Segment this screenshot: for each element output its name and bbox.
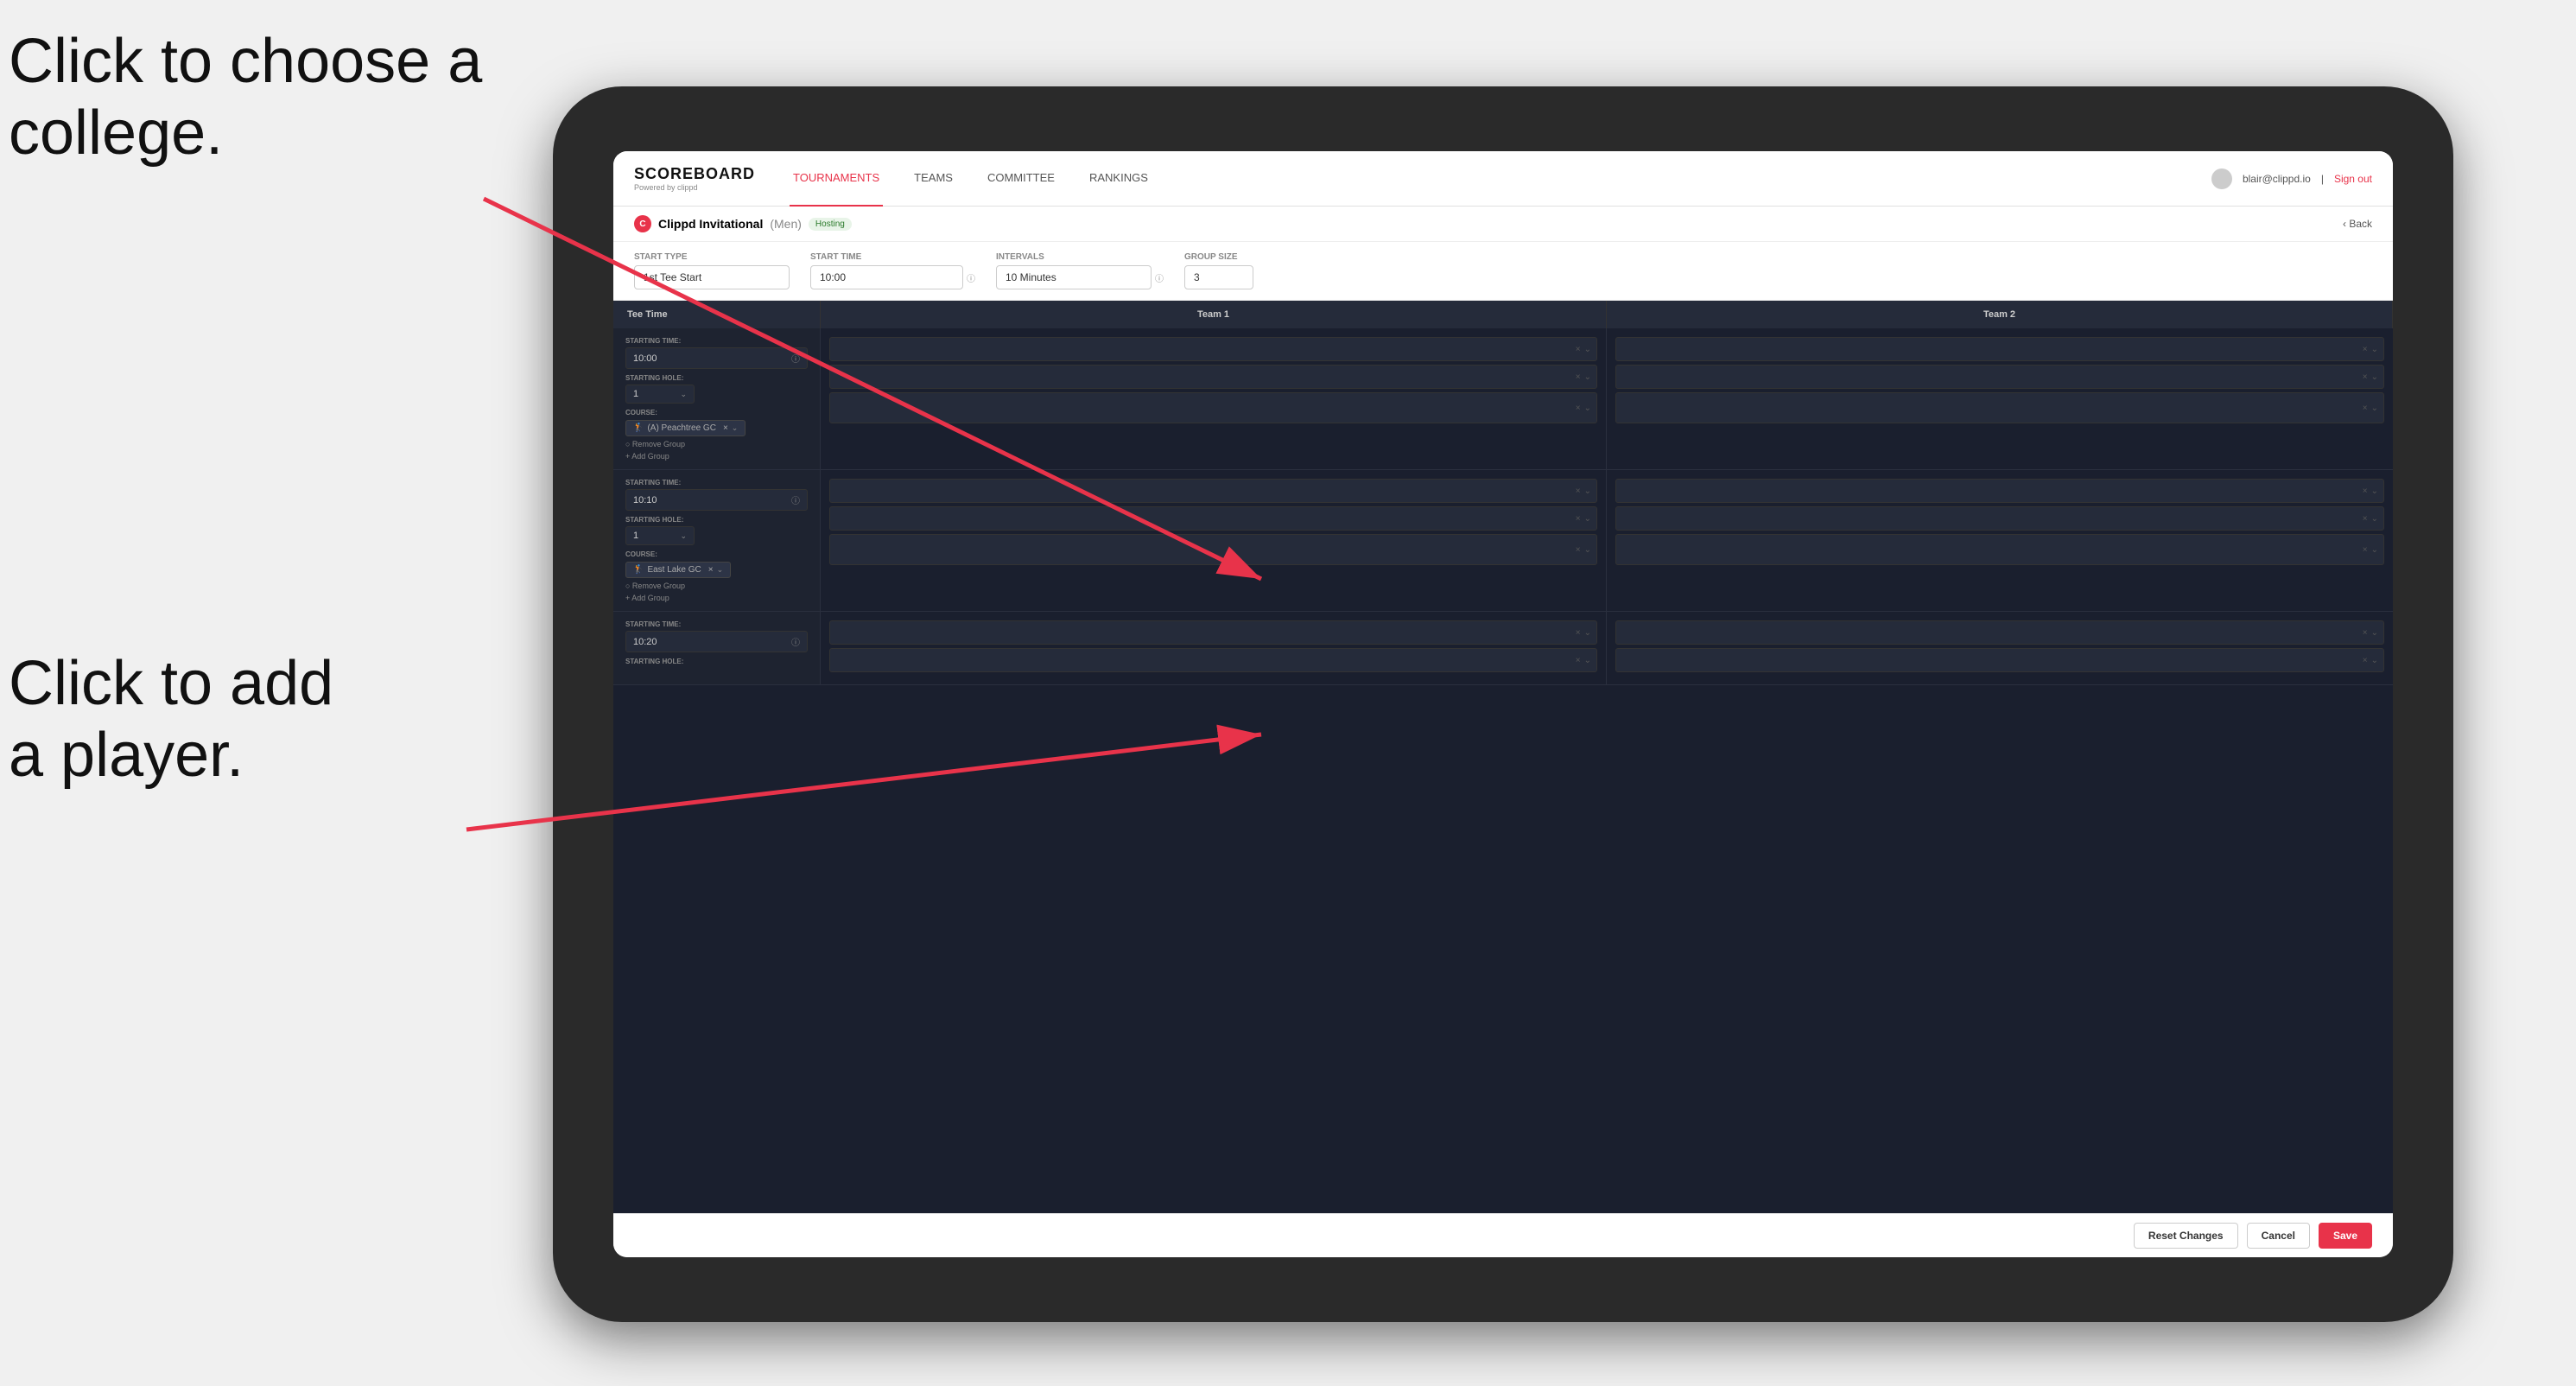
start-time-info-icon: ⓘ	[967, 271, 975, 284]
group-team1-2: ×⌄ ×⌄ ×⌄	[821, 470, 1607, 611]
reset-changes-button[interactable]: Reset Changes	[2134, 1223, 2238, 1249]
player-slot[interactable]: ×⌄	[1615, 620, 2384, 645]
player-slot[interactable]: ×⌄	[829, 337, 1597, 361]
starting-time-field-3[interactable]: 10:20ⓘ	[625, 631, 808, 652]
save-button[interactable]: Save	[2319, 1223, 2372, 1249]
tablet-screen: SCOREBOARD Powered by clippd TOURNAMENTS…	[613, 151, 2393, 1257]
tournament-badge: C	[634, 215, 651, 232]
intervals-label: Intervals	[996, 252, 1164, 262]
player-slot[interactable]: ×⌄	[1615, 479, 2384, 503]
annotation-choose-college: Click to choose acollege.	[9, 26, 482, 169]
group-team2-1: ×⌄ ×⌄ ×⌄	[1607, 328, 2393, 469]
tournament-name: C Clippd Invitational (Men) Hosting	[634, 215, 852, 232]
starting-time-field-2[interactable]: 10:10ⓘ	[625, 489, 808, 511]
player-slot[interactable]: ×⌄	[1615, 365, 2384, 389]
remove-group-2[interactable]: ○ Remove Group	[625, 582, 808, 590]
nav-tabs: TOURNAMENTS TEAMS COMMITTEE RANKINGS	[790, 151, 2211, 207]
group-left-1: STARTING TIME: 10:00ⓘ STARTING HOLE: 1⌄ …	[613, 328, 821, 469]
player-slot[interactable]: ×⌄	[1615, 337, 2384, 361]
nav-tab-tournaments[interactable]: TOURNAMENTS	[790, 151, 883, 207]
starting-time-label: STARTING TIME:	[625, 337, 808, 345]
group-size-label: Group Size	[1184, 252, 1253, 262]
start-type-group: Start Type 1st Tee Start	[634, 252, 790, 289]
tablet-frame: SCOREBOARD Powered by clippd TOURNAMENTS…	[553, 86, 2453, 1322]
course-label-1: COURSE:	[625, 409, 808, 416]
remove-group-1[interactable]: ○ Remove Group	[625, 440, 808, 448]
start-time-label: Start Time	[810, 252, 975, 262]
group-left-2: STARTING TIME: 10:10ⓘ STARTING HOLE: 1⌄ …	[613, 470, 821, 611]
sign-out-link[interactable]: Sign out	[2334, 173, 2372, 185]
start-time-group: Start Time ⓘ	[810, 252, 975, 289]
table-body: STARTING TIME: 10:00ⓘ STARTING HOLE: 1⌄ …	[613, 328, 2393, 1213]
content-area: Tee Time Team 1 Team 2 STARTING TIME: 10…	[613, 301, 2393, 1213]
group-team1-3: ×⌄ ×⌄	[821, 612, 1607, 684]
cancel-button[interactable]: Cancel	[2247, 1223, 2310, 1249]
start-time-input[interactable]	[810, 265, 963, 289]
player-slot[interactable]: ×⌄	[1615, 392, 2384, 423]
nav-tab-teams[interactable]: TEAMS	[910, 151, 956, 207]
group-team2-3: ×⌄ ×⌄	[1607, 612, 2393, 684]
nav-separator: |	[2321, 173, 2324, 185]
th-tee-time: Tee Time	[613, 301, 821, 328]
hosting-badge: Hosting	[809, 218, 852, 231]
player-slot[interactable]: ×⌄	[829, 506, 1597, 531]
navbar: SCOREBOARD Powered by clippd TOURNAMENTS…	[613, 151, 2393, 207]
nav-right: blair@clippd.io | Sign out	[2211, 168, 2372, 189]
user-email: blair@clippd.io	[2243, 173, 2311, 185]
logo-scoreboard: SCOREBOARD	[634, 165, 755, 183]
sub-header: C Clippd Invitational (Men) Hosting ‹ Ba…	[613, 207, 2393, 242]
table-row: STARTING TIME: 10:00ⓘ STARTING HOLE: 1⌄ …	[613, 328, 2393, 470]
back-button[interactable]: ‹ Back	[2343, 218, 2372, 230]
player-slot[interactable]: ×⌄	[829, 648, 1597, 672]
nav-tab-rankings[interactable]: RANKINGS	[1086, 151, 1152, 207]
tournament-title: Clippd Invitational	[658, 217, 763, 231]
intervals-select[interactable]: 10 Minutes	[996, 265, 1152, 289]
logo-area: SCOREBOARD Powered by clippd	[634, 165, 755, 192]
th-team1: Team 1	[821, 301, 1607, 328]
player-slot[interactable]: ×⌄	[1615, 648, 2384, 672]
start-type-select[interactable]: 1st Tee Start	[634, 265, 790, 289]
annotation-add-player: Click to adda player.	[9, 648, 333, 792]
player-slot[interactable]: ×⌄	[1615, 534, 2384, 565]
course-tag-2[interactable]: 🏌 East Lake GC × ⌄	[625, 562, 731, 578]
table-row: STARTING TIME: 10:10ⓘ STARTING HOLE: 1⌄ …	[613, 470, 2393, 612]
logo-sub: Powered by clippd	[634, 183, 755, 192]
nav-tab-committee[interactable]: COMMITTEE	[984, 151, 1058, 207]
group-team1-1: ×⌄ ×⌄ ×⌄	[821, 328, 1607, 469]
player-slot[interactable]: ×⌄	[829, 534, 1597, 565]
intervals-group: Intervals 10 Minutes ⓘ	[996, 252, 1164, 289]
start-type-label: Start Type	[634, 252, 790, 262]
player-slot[interactable]: ×⌄	[829, 620, 1597, 645]
course-label-2: COURSE:	[625, 550, 808, 558]
group-size-group: Group Size 3	[1184, 252, 1253, 289]
player-slot[interactable]: ×⌄	[1615, 506, 2384, 531]
starting-hole-label-1: STARTING HOLE:	[625, 374, 808, 382]
add-group-1[interactable]: + Add Group	[625, 452, 808, 461]
tournament-gender: (Men)	[770, 217, 802, 231]
player-slot[interactable]: ×⌄	[829, 365, 1597, 389]
group-team2-2: ×⌄ ×⌄ ×⌄	[1607, 470, 2393, 611]
starting-hole-field-1[interactable]: 1⌄	[625, 385, 695, 404]
starting-hole-label-2: STARTING HOLE:	[625, 516, 808, 524]
course-tag-1[interactable]: 🏌 (A) Peachtree GC × ⌄	[625, 420, 746, 436]
starting-time-label-3: STARTING TIME:	[625, 620, 808, 628]
starting-time-label-2: STARTING TIME:	[625, 479, 808, 486]
player-slot[interactable]: ×⌄	[829, 392, 1597, 423]
th-team2: Team 2	[1607, 301, 2393, 328]
player-slot[interactable]: ×⌄	[829, 479, 1597, 503]
table-row: STARTING TIME: 10:20ⓘ STARTING HOLE: ×⌄ …	[613, 612, 2393, 685]
starting-hole-label-3: STARTING HOLE:	[625, 658, 808, 665]
intervals-info-icon: ⓘ	[1155, 271, 1164, 284]
group-size-select[interactable]: 3	[1184, 265, 1253, 289]
avatar	[2211, 168, 2232, 189]
table-header: Tee Time Team 1 Team 2	[613, 301, 2393, 328]
group-left-3: STARTING TIME: 10:20ⓘ STARTING HOLE:	[613, 612, 821, 684]
starting-time-field-1[interactable]: 10:00ⓘ	[625, 347, 808, 369]
starting-hole-field-2[interactable]: 1⌄	[625, 526, 695, 545]
bottom-bar: Reset Changes Cancel Save	[613, 1213, 2393, 1257]
form-controls: Start Type 1st Tee Start Start Time ⓘ In…	[613, 242, 2393, 301]
add-group-2[interactable]: + Add Group	[625, 594, 808, 602]
